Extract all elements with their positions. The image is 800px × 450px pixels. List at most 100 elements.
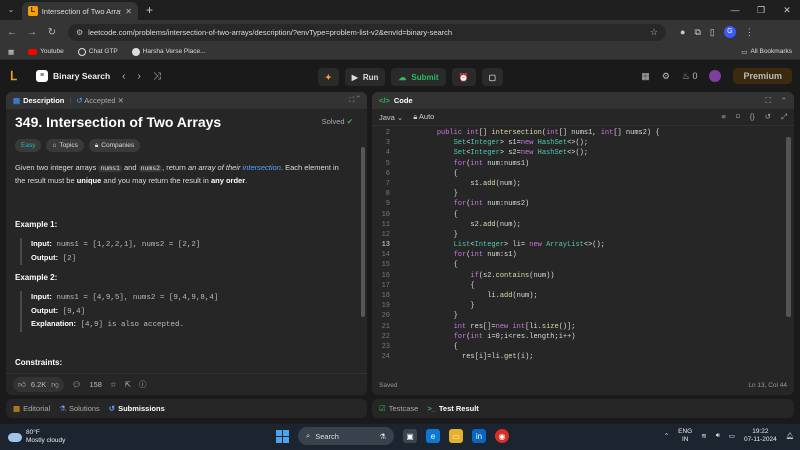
leetcode-logo-icon[interactable]: ᒪ bbox=[10, 69, 22, 83]
auto-complete-toggle[interactable]: 🔒︎ Auto bbox=[413, 112, 434, 122]
task-view-icon[interactable]: ▣ bbox=[403, 429, 417, 443]
code-line[interactable]: 19 } bbox=[372, 301, 794, 311]
tab-test-result[interactable]: >_ Test Result bbox=[427, 404, 478, 413]
companies-tag[interactable]: 🔒︎ Companies bbox=[88, 139, 141, 152]
thumbs-down-icon[interactable]: 👎︎ bbox=[51, 380, 59, 390]
code-line[interactable]: 6 { bbox=[372, 169, 794, 179]
site-info-icon[interactable]: ⚙ bbox=[76, 28, 83, 37]
minimize-icon[interactable]: — bbox=[722, 0, 748, 20]
battery-icon[interactable]: ▭ bbox=[729, 432, 735, 440]
code-scrollbar[interactable] bbox=[786, 137, 791, 317]
streak-fire-icon[interactable]: ♨ 0 bbox=[682, 71, 698, 82]
braces-icon[interactable]: {} bbox=[750, 112, 755, 122]
panel-resizer[interactable] bbox=[368, 92, 371, 395]
collapse-icon[interactable]: ⌃ bbox=[781, 96, 787, 106]
close-tab-accepted-icon[interactable]: ✕ bbox=[118, 96, 124, 105]
share-icon[interactable]: ⇱ bbox=[125, 380, 131, 389]
code-line[interactable]: 14 for(int num:s1) bbox=[372, 250, 794, 260]
code-line[interactable]: 16 if(s2.contains(num)) bbox=[372, 271, 794, 281]
notes-button[interactable]: ▢ bbox=[481, 68, 504, 86]
comment-icon[interactable]: 💬︎ bbox=[72, 380, 82, 389]
code-line[interactable]: 11 s2.add(num); bbox=[372, 220, 794, 230]
url-text[interactable]: leetcode.com/problems/intersection-of-tw… bbox=[88, 28, 645, 37]
volume-icon[interactable]: 🔊︎ bbox=[716, 432, 720, 440]
new-tab-icon[interactable]: + bbox=[146, 3, 153, 17]
help-icon[interactable]: ⓘ bbox=[139, 379, 147, 390]
code-line[interactable]: 21 int res[]=new int[li.size()]; bbox=[372, 322, 794, 332]
browser-tab[interactable]: L Intersection of Two Arrays - Lee ✕ bbox=[22, 2, 138, 20]
description-scrollbar[interactable] bbox=[361, 147, 365, 317]
bookmark-harsha[interactable]: Harsha Verse Place... bbox=[131, 47, 206, 56]
settings-gear-icon[interactable]: ⚙ bbox=[662, 71, 670, 82]
tab-submissions[interactable]: ↺ Submissions bbox=[109, 404, 165, 413]
debug-button[interactable]: ✦ bbox=[318, 68, 339, 86]
next-problem-icon[interactable]: › bbox=[138, 71, 141, 82]
code-line[interactable]: 12 } bbox=[372, 230, 794, 240]
problem-list-icon[interactable]: ≡ bbox=[36, 70, 48, 82]
linkedin-icon[interactable]: in bbox=[472, 429, 486, 443]
tab-solutions[interactable]: ⚗ Solutions bbox=[59, 404, 100, 413]
tab-accepted[interactable]: ↺ Accepted ✕ bbox=[76, 96, 124, 105]
restore-icon[interactable]: ❐ bbox=[748, 0, 774, 20]
close-window-icon[interactable]: ✕ bbox=[774, 0, 800, 20]
panel-expand-icon[interactable]: ⛶ ⌃ bbox=[349, 97, 360, 105]
timer-button[interactable]: ⏰ bbox=[451, 68, 476, 86]
tab-editorial[interactable]: ▦ Editorial bbox=[13, 404, 50, 413]
code-line[interactable]: 9 for(int num:nums2) bbox=[372, 199, 794, 209]
forward-arrow-icon[interactable]: → bbox=[26, 27, 38, 38]
code-line[interactable]: 10 { bbox=[372, 210, 794, 220]
shuffle-icon[interactable]: ⤨ bbox=[153, 71, 161, 82]
code-line[interactable]: 17 { bbox=[372, 281, 794, 291]
code-line[interactable]: 15 { bbox=[372, 260, 794, 270]
apps-grid-icon[interactable]: ▦ bbox=[8, 48, 14, 56]
back-arrow-icon[interactable]: ← bbox=[6, 27, 18, 38]
code-line[interactable]: 23 { bbox=[372, 342, 794, 352]
code-line[interactable]: 8 } bbox=[372, 189, 794, 199]
omnibox[interactable]: ⚙ leetcode.com/problems/intersection-of-… bbox=[68, 23, 666, 41]
sidepanel-icon[interactable]: ▯ bbox=[710, 27, 715, 38]
format-icon[interactable]: ≡ bbox=[721, 112, 725, 122]
code-line[interactable]: 5 for(int num:nums1) bbox=[372, 159, 794, 169]
puzzle-icon[interactable]: ⧉ bbox=[694, 27, 700, 38]
tab-description[interactable]: ▤ Description bbox=[13, 96, 64, 105]
menu-dots-icon[interactable]: ⋮ bbox=[745, 27, 754, 38]
premium-button[interactable]: Premium bbox=[733, 68, 792, 84]
extension-icon[interactable]: ● bbox=[680, 27, 685, 37]
code-line[interactable]: 2 public int[] intersection(int[] nums1,… bbox=[372, 128, 794, 138]
code-line[interactable]: 3 Set<Integer> s1=new HashSet<>(); bbox=[372, 138, 794, 148]
language-select[interactable]: Java ⌄ bbox=[379, 113, 403, 122]
windows-start-icon[interactable] bbox=[276, 429, 289, 443]
wifi-icon[interactable]: ≋ bbox=[701, 432, 706, 440]
prev-problem-icon[interactable]: ‹ bbox=[122, 71, 125, 82]
submit-button[interactable]: ☁ Submit bbox=[391, 68, 446, 86]
bookmark-icon[interactable]: ⌑ bbox=[736, 112, 740, 122]
reset-icon[interactable]: ↺ bbox=[765, 112, 771, 122]
layout-grid-icon[interactable]: ▦ bbox=[641, 71, 650, 82]
all-bookmarks[interactable]: ▭ All Bookmarks bbox=[741, 48, 792, 56]
close-tab-icon[interactable]: ✕ bbox=[125, 7, 132, 16]
taskbar-search[interactable]: ⌕ Search ⚗ bbox=[298, 427, 394, 445]
bookmark-youtube[interactable]: Youtube bbox=[28, 48, 64, 55]
user-avatar[interactable] bbox=[709, 70, 722, 82]
weather-widget[interactable]: 80°F Mostly cloudy bbox=[8, 429, 65, 445]
file-explorer-icon[interactable]: ▭ bbox=[449, 429, 463, 443]
clock[interactable]: 19:22 07-11-2024 bbox=[744, 428, 777, 444]
notification-bell-icon[interactable]: 🔔︎ bbox=[786, 432, 794, 440]
code-editor[interactable]: 2 public int[] intersection(int[] nums1,… bbox=[372, 128, 794, 378]
tab-testcase[interactable]: ☑ Testcase bbox=[379, 404, 418, 413]
run-button[interactable]: ▶ Run bbox=[344, 68, 386, 86]
code-line[interactable]: 22 for(int i=0;i<res.length;i++) bbox=[372, 332, 794, 342]
chrome-icon[interactable]: ◉ bbox=[495, 429, 509, 443]
topics-tag[interactable]: ⌂ Topics bbox=[46, 139, 84, 152]
code-line[interactable]: 20 } bbox=[372, 311, 794, 321]
code-line[interactable]: 4 Set<Integer> s2=new HashSet<>(); bbox=[372, 148, 794, 158]
code-line[interactable]: 24 res[i]=li.get(i); bbox=[372, 352, 794, 362]
expand-icon[interactable]: ⤢ bbox=[781, 112, 787, 122]
language-indicator[interactable]: ENG IN bbox=[678, 428, 692, 444]
profile-avatar[interactable]: G bbox=[723, 26, 736, 38]
code-line[interactable]: 7 s1.add(num); bbox=[372, 179, 794, 189]
fullscreen-icon[interactable]: ⛶ bbox=[765, 96, 770, 106]
tab-search-icon[interactable]: ⌄ bbox=[4, 4, 18, 16]
code-line[interactable]: 13 List<Integer> li= new ArrayList<>(); bbox=[372, 240, 794, 250]
edge-icon[interactable]: e bbox=[426, 429, 440, 443]
